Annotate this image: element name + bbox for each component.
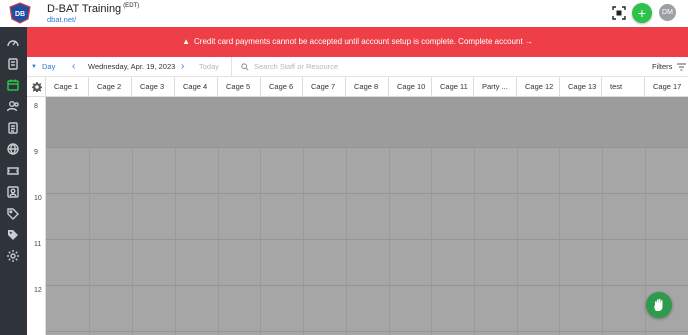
hour-line <box>46 331 688 332</box>
contact-card-icon[interactable] <box>6 185 20 199</box>
column-cage-13[interactable]: Cage 13 <box>560 77 602 97</box>
top-header: DB D-BAT Training (EDT) dbat.net/ + DM <box>0 0 688 27</box>
column-cage-6[interactable]: Cage 6 <box>261 77 303 97</box>
column-cage-12[interactable]: Cage 12 <box>517 77 560 97</box>
column-line <box>559 97 560 335</box>
qr-scan-icon[interactable] <box>612 6 626 20</box>
avatar[interactable]: DM <box>659 4 676 21</box>
time-axis: 8 9 10 11 12 <box>27 97 46 335</box>
column-line <box>474 97 475 335</box>
current-date[interactable]: Wednesday, Apr. 19, 2023 <box>88 57 175 77</box>
column-line <box>431 97 432 335</box>
view-select[interactable]: Day <box>42 57 55 77</box>
hand-wave-icon <box>654 298 663 311</box>
add-button[interactable]: + <box>632 3 652 23</box>
prev-day-icon[interactable]: ‹ <box>72 57 75 77</box>
site-link[interactable]: dbat.net/ <box>47 15 76 24</box>
column-party[interactable]: Party ... <box>474 77 517 97</box>
column-line <box>389 97 390 335</box>
tags-icon[interactable] <box>6 228 20 242</box>
column-line <box>89 97 90 335</box>
filters-button[interactable]: Filters <box>652 57 672 77</box>
alert-banner[interactable]: ▲ Credit card payments cannot be accepted… <box>27 27 688 57</box>
hour-line <box>46 147 688 148</box>
hour-label: 10 <box>34 195 42 202</box>
chevron-down-icon[interactable]: ▼ <box>31 57 37 77</box>
app-title: D-BAT Training (EDT) <box>47 3 139 15</box>
alert-message[interactable]: Credit card payments cannot be accepted … <box>194 37 533 46</box>
column-line <box>303 97 304 335</box>
column-settings-button[interactable] <box>27 77 46 97</box>
column-line <box>218 97 219 335</box>
column-line <box>645 97 646 335</box>
search-box[interactable]: Search Staff or Resource <box>231 57 641 77</box>
resource-header-row: Cage 1 Cage 2 Cage 3 Cage 4 Cage 5 Cage … <box>27 77 688 97</box>
hour-label: 11 <box>34 241 42 248</box>
hour-line <box>46 285 688 286</box>
column-cage-2[interactable]: Cage 2 <box>89 77 132 97</box>
column-line <box>132 97 133 335</box>
unavailable-hour-block <box>46 97 688 147</box>
today-button[interactable]: Today <box>199 57 219 77</box>
hour-line <box>46 239 688 240</box>
tag-icon[interactable] <box>6 207 20 221</box>
column-cage-11[interactable]: Cage 11 <box>432 77 474 97</box>
column-cage-10[interactable]: Cage 10 <box>389 77 432 97</box>
help-chat-button[interactable] <box>646 292 672 318</box>
warning-icon: ▲ <box>182 37 191 46</box>
users-icon[interactable] <box>6 99 20 113</box>
gear-icon <box>32 82 42 92</box>
column-cage-4[interactable]: Cage 4 <box>175 77 218 97</box>
hour-label: 9 <box>34 149 38 156</box>
column-cage-7[interactable]: Cage 7 <box>303 77 346 97</box>
hour-label: 12 <box>34 287 42 294</box>
dashboard-icon[interactable] <box>6 36 20 50</box>
app-title-text: D-BAT Training <box>47 3 122 15</box>
list-icon[interactable] <box>6 121 20 135</box>
globe-icon[interactable] <box>6 142 20 156</box>
sidebar <box>0 27 27 335</box>
schedule-grid[interactable] <box>46 97 688 335</box>
column-line <box>517 97 518 335</box>
dbat-logo[interactable]: DB <box>8 2 32 24</box>
column-cage-5[interactable]: Cage 5 <box>218 77 261 97</box>
hour-line <box>46 193 688 194</box>
hour-label: 8 <box>34 103 38 110</box>
calendar-toolbar: ▼ Day ‹ Wednesday, Apr. 19, 2023 › Today… <box>27 57 688 77</box>
next-day-icon[interactable]: › <box>181 57 184 77</box>
column-cage-3[interactable]: Cage 3 <box>132 77 175 97</box>
filter-icon[interactable] <box>677 63 686 71</box>
search-input[interactable]: Search Staff or Resource <box>254 57 338 77</box>
column-line <box>260 97 261 335</box>
column-line <box>602 97 603 335</box>
column-cage-1[interactable]: Cage 1 <box>46 77 89 97</box>
column-test[interactable]: test <box>602 77 645 97</box>
search-icon <box>241 63 249 71</box>
ticket-icon[interactable] <box>6 164 20 178</box>
settings-icon[interactable] <box>6 249 20 263</box>
book-icon[interactable] <box>6 57 20 71</box>
column-line <box>175 97 176 335</box>
column-line <box>346 97 347 335</box>
column-cage-8[interactable]: Cage 8 <box>346 77 389 97</box>
column-cage-17[interactable]: Cage 17 <box>645 77 688 97</box>
timezone-label: (EDT) <box>123 3 140 9</box>
calendar-icon[interactable] <box>6 78 20 92</box>
svg-text:DB: DB <box>15 11 25 18</box>
